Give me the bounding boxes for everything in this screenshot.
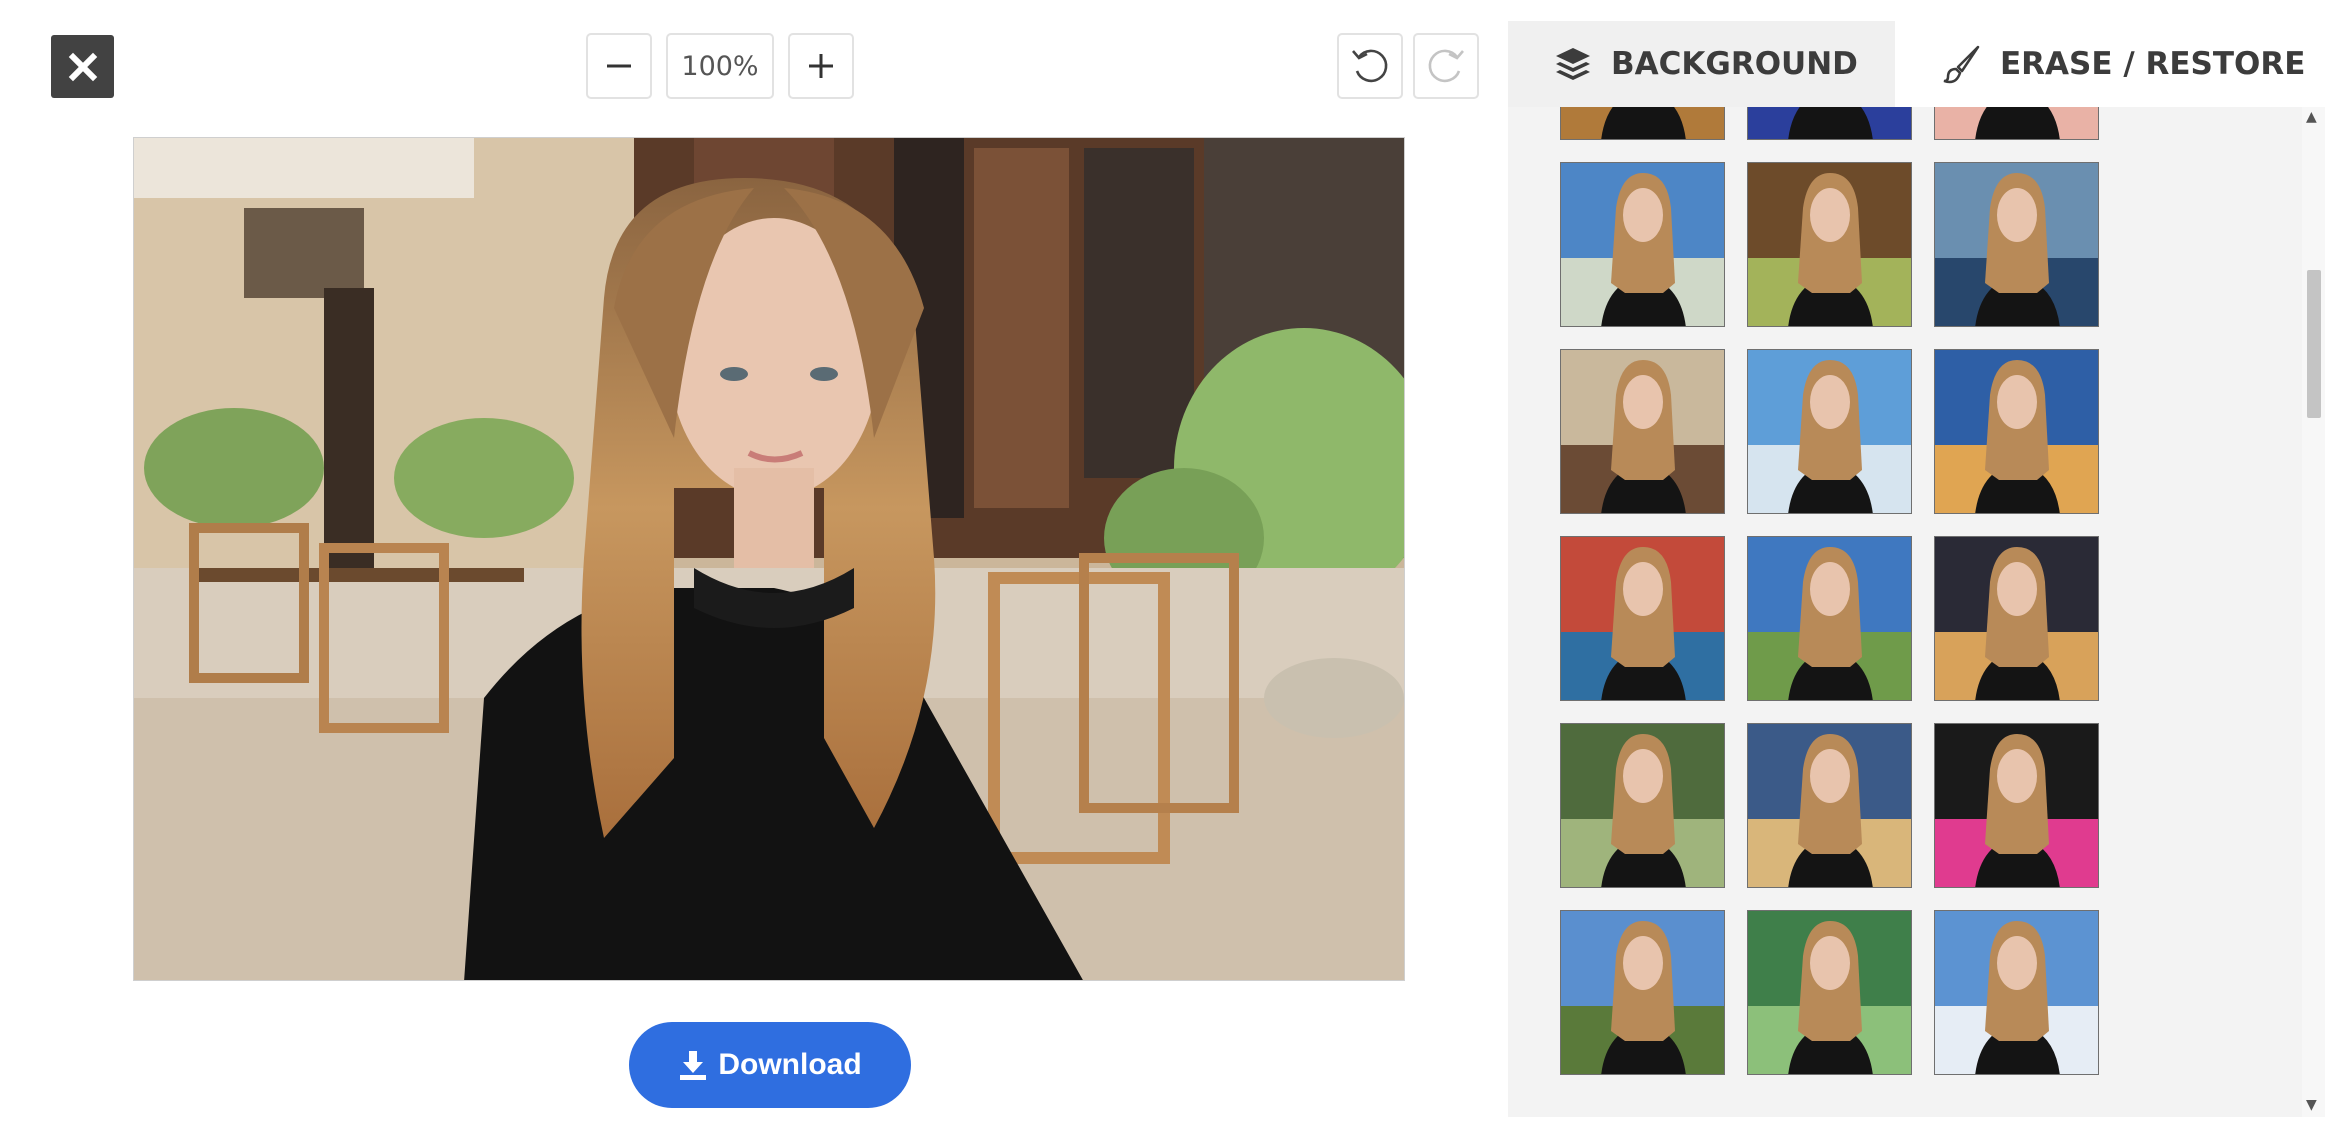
panel-tabs: BACKGROUND ERASE / RESTORE — [1508, 21, 2325, 107]
background-preview — [1935, 724, 2098, 887]
tab-erase-restore-label: ERASE / RESTORE — [2000, 46, 2306, 82]
background-thumb-cafe-terrace[interactable] — [1560, 349, 1725, 514]
background-preview — [1561, 724, 1724, 887]
download-icon — [680, 1051, 707, 1080]
zoom-controls: 100% — [586, 33, 854, 99]
scroll-up-arrow[interactable]: ▲ — [2306, 109, 2317, 125]
undo-button[interactable] — [1337, 33, 1403, 99]
background-thumb-city-sunset[interactable] — [1934, 349, 2099, 514]
edited-photo — [134, 138, 1404, 980]
background-preview — [1748, 537, 1911, 700]
background-preview — [1748, 911, 1911, 1074]
background-thumb-lake-mountains[interactable] — [1934, 162, 2099, 327]
background-preview — [1748, 107, 1911, 139]
history-controls — [1337, 33, 1479, 99]
layers-icon — [1556, 48, 1590, 80]
background-thumb-forest-road[interactable] — [1560, 723, 1725, 888]
background-thumb-snowy-peaks[interactable] — [1934, 910, 2099, 1075]
background-thumb-city-night[interactable] — [1560, 107, 1725, 140]
tab-background[interactable]: BACKGROUND — [1508, 21, 1895, 107]
download-label: Download — [718, 1048, 862, 1081]
background-thumb-red-bokeh[interactable] — [1934, 107, 2099, 140]
background-preview — [1748, 724, 1911, 887]
redo-icon — [1428, 49, 1464, 83]
background-thumb-city-lights[interactable] — [1934, 536, 2099, 701]
minus-icon — [607, 64, 631, 68]
background-preview — [1935, 163, 2098, 326]
background-thumb-pink-lights[interactable] — [1934, 723, 2099, 888]
image-canvas[interactable] — [133, 137, 1405, 981]
background-preview — [1748, 350, 1911, 513]
zoom-in-button[interactable] — [788, 33, 854, 99]
redo-button[interactable] — [1413, 33, 1479, 99]
scrollbar-thumb[interactable] — [2307, 270, 2321, 418]
zoom-level: 100% — [666, 33, 774, 99]
background-thumb-purple-stage[interactable] — [1747, 107, 1912, 140]
background-grid — [1508, 107, 2302, 1117]
background-thumb-wooden-hut[interactable] — [1747, 162, 1912, 327]
side-panel: BACKGROUND ERASE / RESTORE ▲ ▼ — [1508, 21, 2325, 1117]
panel-scrollbar[interactable]: ▲ ▼ — [2302, 107, 2325, 1117]
background-thumb-tropical-lodge[interactable] — [1747, 910, 1912, 1075]
background-thumb-blue-bokeh[interactable] — [1747, 723, 1912, 888]
background-thumb-coastal-cliffs[interactable] — [1747, 536, 1912, 701]
plus-icon — [809, 54, 833, 78]
background-preview — [1935, 107, 2098, 139]
background-preview — [1561, 163, 1724, 326]
background-thumb-colorful-art[interactable] — [1560, 536, 1725, 701]
close-icon — [68, 52, 97, 81]
background-thumb-palm-beach[interactable] — [1560, 162, 1725, 327]
tab-background-label: BACKGROUND — [1611, 46, 1858, 82]
background-thumb-alpine-chalet[interactable] — [1560, 910, 1725, 1075]
zoom-out-button[interactable] — [586, 33, 652, 99]
background-preview — [1561, 537, 1724, 700]
background-preview — [1561, 350, 1724, 513]
brush-icon — [1943, 45, 1980, 84]
background-preview — [1935, 911, 2098, 1074]
background-thumb-ocean-waves[interactable] — [1747, 349, 1912, 514]
background-preview — [1935, 537, 2098, 700]
tab-erase-restore[interactable]: ERASE / RESTORE — [1895, 21, 2325, 107]
background-preview — [1561, 107, 1724, 139]
background-editor: 100% Download BACKGROUND ERASE / RESTORE… — [0, 0, 2340, 1138]
background-preview — [1935, 350, 2098, 513]
background-preview — [1561, 911, 1724, 1074]
undo-icon — [1352, 49, 1388, 83]
scroll-down-arrow[interactable]: ▼ — [2306, 1097, 2317, 1113]
background-preview — [1748, 163, 1911, 326]
close-button[interactable] — [51, 35, 114, 98]
download-button[interactable]: Download — [629, 1022, 911, 1108]
